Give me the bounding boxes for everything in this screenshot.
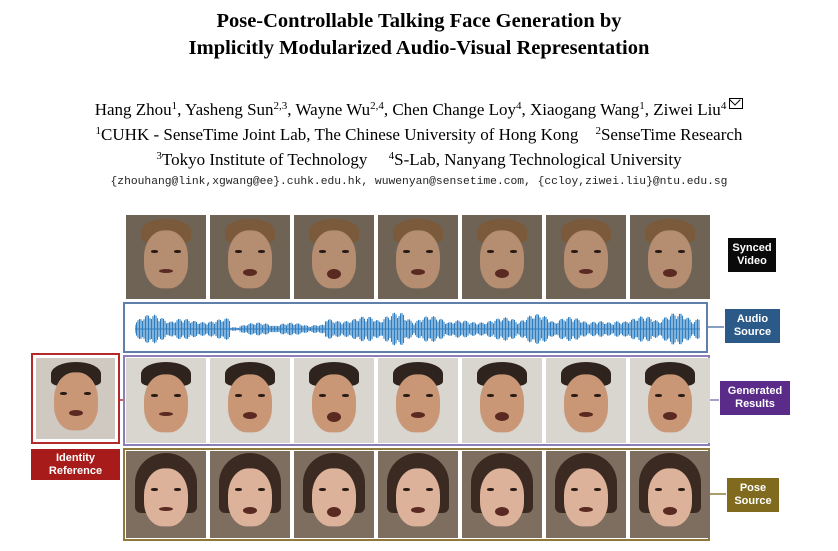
label-line: Results xyxy=(735,398,775,410)
figure-connectors xyxy=(120,326,726,495)
label-line: Identity xyxy=(55,451,96,464)
label-line: Synced xyxy=(732,242,772,254)
label-line: Reference xyxy=(48,464,103,477)
audio-source-label: Audio Source xyxy=(725,309,780,343)
label-line: Generated xyxy=(727,385,783,397)
identity-reference-label: Identity Reference xyxy=(31,449,120,480)
synced-video-label: Synced Video xyxy=(728,238,776,272)
label-line: Source xyxy=(733,326,772,338)
label-line: Source xyxy=(734,495,772,507)
generated-results-label: Generated Results xyxy=(720,381,790,415)
label-line: Audio xyxy=(736,313,769,325)
pose-source-label: Pose Source xyxy=(727,478,779,512)
label-line: Video xyxy=(737,255,767,267)
label-line: Pose xyxy=(739,482,767,494)
